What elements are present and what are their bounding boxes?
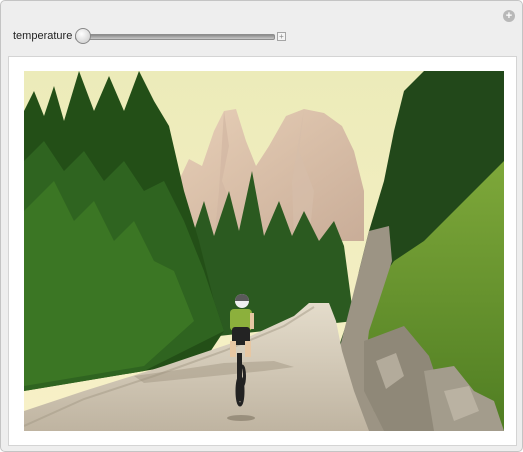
- temperature-slider-thumb[interactable]: [75, 28, 91, 44]
- manipulate-panel: + temperature +: [0, 0, 523, 452]
- output-display: [8, 56, 517, 446]
- temperature-label: temperature: [13, 30, 73, 42]
- add-icon[interactable]: +: [503, 10, 515, 22]
- slider-expand-icon[interactable]: +: [277, 32, 286, 41]
- temperature-slider-track[interactable]: [75, 34, 275, 40]
- mountain-bike-photo: [24, 71, 504, 431]
